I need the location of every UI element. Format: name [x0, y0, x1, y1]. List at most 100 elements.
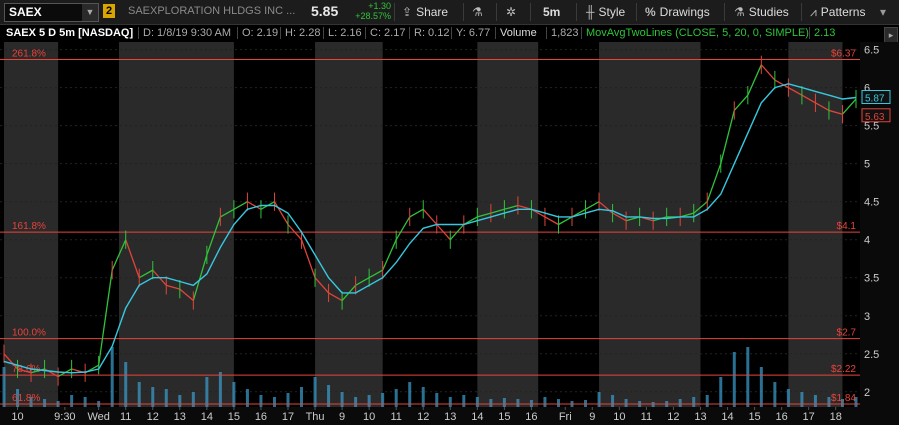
volume-bar [489, 399, 493, 407]
price-tick-label: 4.5 [864, 197, 879, 209]
volume-bar [354, 397, 358, 407]
separator [576, 3, 577, 21]
volume-bar [286, 393, 290, 407]
patterns-button[interactable]: ⩘ Patterns [810, 0, 865, 24]
flask-study-icon: ⚗ [734, 5, 745, 19]
time-tick-label: 13 [694, 411, 706, 423]
price-tick-label: 6.5 [864, 45, 879, 57]
percent-icon: % [645, 5, 656, 19]
flask-icon: ⚗ [472, 5, 483, 19]
volume-bar [502, 398, 506, 407]
volume-bar [313, 377, 317, 407]
volume-bar [462, 395, 466, 407]
price-change: +1.30 +28.57% [349, 1, 391, 21]
time-tick-label: 14 [201, 411, 213, 423]
separator [365, 27, 366, 39]
info-high: H: 2.28 [285, 27, 321, 39]
time-tick-label: 16 [525, 411, 537, 423]
volume-bar [340, 392, 344, 407]
time-tick-label: 16 [255, 411, 267, 423]
volume-bar [611, 395, 615, 407]
volume-bar [43, 399, 47, 407]
expand-icon[interactable]: ▸ [884, 27, 898, 43]
volume-bar [178, 395, 182, 407]
volume-bar [205, 377, 209, 407]
style-button[interactable]: ╫ Style [586, 0, 625, 24]
time-tick-label: 11 [120, 411, 131, 423]
volume-bar [191, 392, 195, 407]
time-tick-label: 15 [498, 411, 510, 423]
separator [495, 27, 496, 39]
separator [451, 27, 452, 39]
price-chart[interactable]: 261.8% $6.37161.8% $4.1100.0% $2.778.6% $2.2… [0, 42, 899, 425]
settings-button[interactable]: ✲ [506, 0, 520, 24]
volume-value: 1,823 [551, 27, 579, 39]
drawings-button[interactable]: % Drawings [645, 0, 710, 24]
flask-button[interactable]: ⚗ [472, 0, 487, 24]
volume-bar [651, 402, 655, 407]
studies-button[interactable]: ⚗ Studies [734, 0, 789, 24]
patterns-label: Patterns [820, 5, 866, 19]
volume-bar [556, 399, 560, 407]
time-tick-label: 12 [667, 411, 679, 423]
separator [237, 27, 238, 39]
separator [463, 3, 464, 21]
symbol-input[interactable]: SAEX [4, 3, 84, 22]
time-tick-label: Fri [559, 411, 572, 423]
volume-bar [367, 395, 371, 407]
session-shade [599, 42, 701, 407]
study-label: MovAvgTwoLines (CLOSE, 5, 20, 0, SIMPLE) [586, 27, 809, 39]
candles-icon: ╫ [586, 5, 595, 19]
fib-label: 161.8% [12, 221, 46, 232]
time-tick-label: 9 [339, 411, 345, 423]
separator [394, 3, 395, 21]
company-name: SAEXPLORATION HLDGS INC ... [128, 5, 296, 17]
gear-icon: ✲ [506, 5, 517, 19]
volume-bar [800, 392, 804, 407]
share-icon: ⇪ [402, 5, 413, 19]
time-tick-label: 17 [282, 411, 294, 423]
volume-bar [597, 392, 601, 407]
volume-bar [124, 362, 128, 407]
fib-label: 261.8% [12, 48, 46, 59]
time-tick-label: 17 [803, 411, 815, 423]
change-abs: +1.30 [368, 1, 391, 11]
chart-title: SAEX 5 D 5m [NASDAQ] [6, 27, 134, 39]
volume-bar [218, 372, 222, 407]
session-shade [118, 42, 234, 407]
session-shade [477, 42, 539, 407]
info-y: Y: 6.77 [456, 27, 491, 39]
info-close: C: 2.17 [370, 27, 406, 39]
volume-label: Volume [500, 27, 537, 39]
time-tick-label: 9:30 [54, 411, 75, 423]
separator [138, 27, 139, 39]
time-tick-label: 15 [228, 411, 240, 423]
separator [409, 27, 410, 39]
volume-bar [773, 382, 777, 407]
volume-bar [408, 382, 412, 407]
price-tick-label: 3.5 [864, 273, 879, 285]
fib-price-label: $2.22 [831, 364, 856, 375]
last-price: 5.85 [311, 3, 339, 19]
time-tick-label: 16 [775, 411, 787, 423]
share-button[interactable]: ⇪ Share [402, 0, 448, 24]
time-tick-label: Wed [87, 411, 109, 423]
fib-price-label: $6.37 [831, 48, 856, 59]
volume-bar [70, 395, 74, 407]
session-shading [0, 42, 860, 407]
symbol-dropdown-icon[interactable]: ▼ [82, 3, 99, 22]
volume-bar [2, 367, 6, 407]
info-low: L: 2.16 [328, 27, 362, 39]
link-badge[interactable]: 2 [103, 4, 115, 18]
fib-price-label: $4.1 [837, 221, 857, 232]
separator [280, 27, 281, 39]
volume-bar [435, 393, 439, 407]
more-icon[interactable]: ▾ [880, 0, 886, 24]
time-tick-label: 11 [641, 411, 652, 423]
price-tick-label: 5 [864, 159, 870, 171]
time-tick-label: 10 [613, 411, 625, 423]
volume-bar [516, 399, 520, 407]
timeframe-button[interactable]: 5m [543, 0, 560, 24]
toolbar: SAEX ▼ 2 SAEXPLORATION HLDGS INC ... 5.8… [0, 0, 899, 25]
volume-bar [719, 377, 723, 407]
